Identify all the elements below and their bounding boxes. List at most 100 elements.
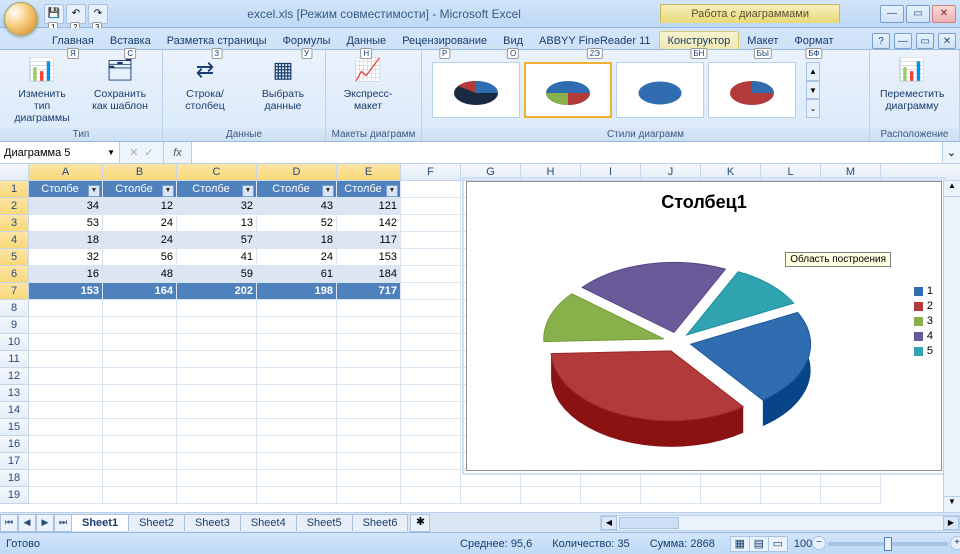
horizontal-scrollbar[interactable]: ◀ ▶	[600, 515, 960, 531]
cell[interactable]: 12	[103, 198, 177, 215]
cell[interactable]: 56	[103, 249, 177, 266]
qat-undo-icon[interactable]: ↶	[66, 4, 86, 24]
tab-home[interactable]: ГлавнаяЯ	[44, 32, 102, 49]
cell[interactable]: 34	[29, 198, 103, 215]
zoom-in-icon[interactable]: +	[950, 536, 960, 550]
qat-redo-icon[interactable]: ↷	[88, 4, 108, 24]
cell[interactable]: 202	[177, 283, 257, 300]
sheet-tab-Sheet2[interactable]: Sheet2	[128, 514, 185, 531]
cell[interactable]	[29, 487, 103, 504]
column-header-J[interactable]: J	[641, 164, 701, 180]
row-header-16[interactable]: 16	[0, 436, 29, 453]
row-header-3[interactable]: 3	[0, 215, 29, 232]
view-page-layout-icon[interactable]: ▤	[749, 536, 769, 552]
cell[interactable]	[461, 470, 521, 487]
legend-item[interactable]: 4	[914, 330, 933, 342]
cell[interactable]	[177, 419, 257, 436]
cell[interactable]: Столбе	[257, 181, 337, 198]
styles-down-icon[interactable]: ▼	[806, 81, 820, 100]
cell[interactable]	[401, 436, 461, 453]
column-header-K[interactable]: K	[701, 164, 761, 180]
zoom-thumb[interactable]	[884, 537, 892, 551]
cell[interactable]	[103, 385, 177, 402]
doc-restore-button[interactable]: ▭	[916, 33, 934, 49]
cell[interactable]	[257, 419, 337, 436]
cell[interactable]	[581, 470, 641, 487]
cell[interactable]	[337, 436, 401, 453]
cell[interactable]	[29, 436, 103, 453]
row-header-19[interactable]: 19	[0, 487, 29, 504]
cell[interactable]	[461, 487, 521, 504]
styles-more-icon[interactable]: ⌄	[806, 99, 820, 118]
scroll-down-icon[interactable]: ▼	[944, 496, 960, 512]
cell[interactable]: 48	[103, 266, 177, 283]
chart-style-3[interactable]	[616, 62, 704, 118]
view-normal-icon[interactable]: ▦	[730, 536, 750, 552]
cell[interactable]	[337, 368, 401, 385]
scroll-up-icon[interactable]: ▲	[944, 181, 960, 197]
column-header-L[interactable]: L	[761, 164, 821, 180]
cell[interactable]	[701, 470, 761, 487]
cell[interactable]: 57	[177, 232, 257, 249]
cell[interactable]: 32	[29, 249, 103, 266]
cancel-fx-icon[interactable]: ✕	[129, 146, 138, 159]
column-header-G[interactable]: G	[461, 164, 521, 180]
cell[interactable]: 142	[337, 215, 401, 232]
fx-icon[interactable]: fx	[164, 142, 192, 163]
cell[interactable]	[257, 470, 337, 487]
cell[interactable]	[29, 334, 103, 351]
legend-item[interactable]: 3	[914, 315, 933, 327]
cell[interactable]	[257, 385, 337, 402]
doc-minimize-button[interactable]: —	[894, 33, 912, 49]
view-page-break-icon[interactable]: ▭	[768, 536, 788, 552]
row-header-4[interactable]: 4	[0, 232, 29, 249]
cell[interactable]	[29, 351, 103, 368]
hscroll-right-icon[interactable]: ▶	[943, 516, 959, 530]
save-as-template-button[interactable]: 🗂 Сохранить как шаблон	[84, 52, 156, 114]
cell[interactable]: 61	[257, 266, 337, 283]
cell[interactable]: 117	[337, 232, 401, 249]
cell[interactable]	[337, 317, 401, 334]
sheet-nav-first[interactable]: ⏮	[0, 514, 18, 532]
row-header-13[interactable]: 13	[0, 385, 29, 402]
cell[interactable]	[401, 266, 461, 283]
cell[interactable]	[401, 232, 461, 249]
cell[interactable]: Столбе	[337, 181, 401, 198]
cell[interactable]	[401, 368, 461, 385]
column-header-C[interactable]: C	[177, 164, 257, 180]
cell[interactable]: 41	[177, 249, 257, 266]
cell[interactable]	[337, 487, 401, 504]
qat-save-icon[interactable]: 💾	[44, 4, 64, 24]
cell[interactable]	[177, 402, 257, 419]
chart-style-2[interactable]	[524, 62, 612, 118]
row-header-8[interactable]: 8	[0, 300, 29, 317]
cell[interactable]: 121	[337, 198, 401, 215]
zoom-slider[interactable]: − +	[828, 542, 948, 546]
cell[interactable]	[821, 487, 881, 504]
cell[interactable]	[177, 317, 257, 334]
tab-insert[interactable]: ВставкаС	[102, 32, 159, 49]
cell[interactable]	[337, 351, 401, 368]
cell[interactable]	[257, 300, 337, 317]
cell[interactable]	[177, 453, 257, 470]
office-button[interactable]	[4, 2, 38, 36]
chart-style-1[interactable]	[432, 62, 520, 118]
column-header-M[interactable]: M	[821, 164, 881, 180]
change-chart-type-button[interactable]: 📊 Изменить тип диаграммы	[6, 52, 78, 126]
confirm-fx-icon[interactable]: ✓	[145, 146, 154, 159]
cell[interactable]	[177, 385, 257, 402]
cell[interactable]	[401, 385, 461, 402]
row-header-11[interactable]: 11	[0, 351, 29, 368]
cell[interactable]: 24	[103, 215, 177, 232]
sheet-nav-last[interactable]: ⏭	[54, 514, 72, 532]
tab-page-layout[interactable]: Разметка страницыЗ	[159, 32, 275, 49]
cell[interactable]	[337, 402, 401, 419]
cell[interactable]	[521, 470, 581, 487]
sheet-tab-Sheet3[interactable]: Sheet3	[184, 514, 241, 531]
cell[interactable]	[581, 487, 641, 504]
cell[interactable]	[401, 300, 461, 317]
row-header-15[interactable]: 15	[0, 419, 29, 436]
column-header-I[interactable]: I	[581, 164, 641, 180]
tab-review[interactable]: РецензированиеР	[394, 32, 495, 49]
cell[interactable]: 18	[257, 232, 337, 249]
